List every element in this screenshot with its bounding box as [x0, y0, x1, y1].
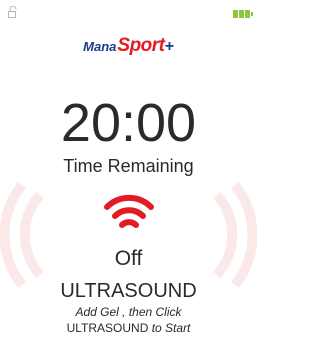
instruction-text: Add Gel , then Click ULTRASOUND to Start [0, 304, 257, 336]
wireless-signal-icon [104, 194, 154, 228]
device-screen: ManaSport+ 20:00 Time Remaining Off ULTR… [0, 0, 257, 343]
ultrasound-button[interactable]: ULTRASOUND [0, 279, 257, 303]
time-remaining-label: Time Remaining [63, 156, 194, 176]
logo-text-mana: Mana [83, 39, 117, 54]
instruction-line-1: Add Gel , then Click [75, 305, 182, 319]
logo-plus: + [164, 38, 174, 55]
instruction-ultrasound-word: ULTRASOUND [66, 321, 149, 335]
status-bar [0, 0, 257, 24]
battery-icon [233, 10, 253, 18]
instruction-to-start: to Start [148, 321, 191, 335]
instruction-line-2: ULTRASOUND to Start [0, 320, 257, 336]
timer-display: 20:00 [60, 93, 197, 153]
logo-text-sport: Sport [117, 35, 165, 56]
ultrasound-state: Off [114, 247, 143, 270]
brand-logo: ManaSport+ [0, 33, 257, 60]
lock-icon [8, 6, 17, 18]
